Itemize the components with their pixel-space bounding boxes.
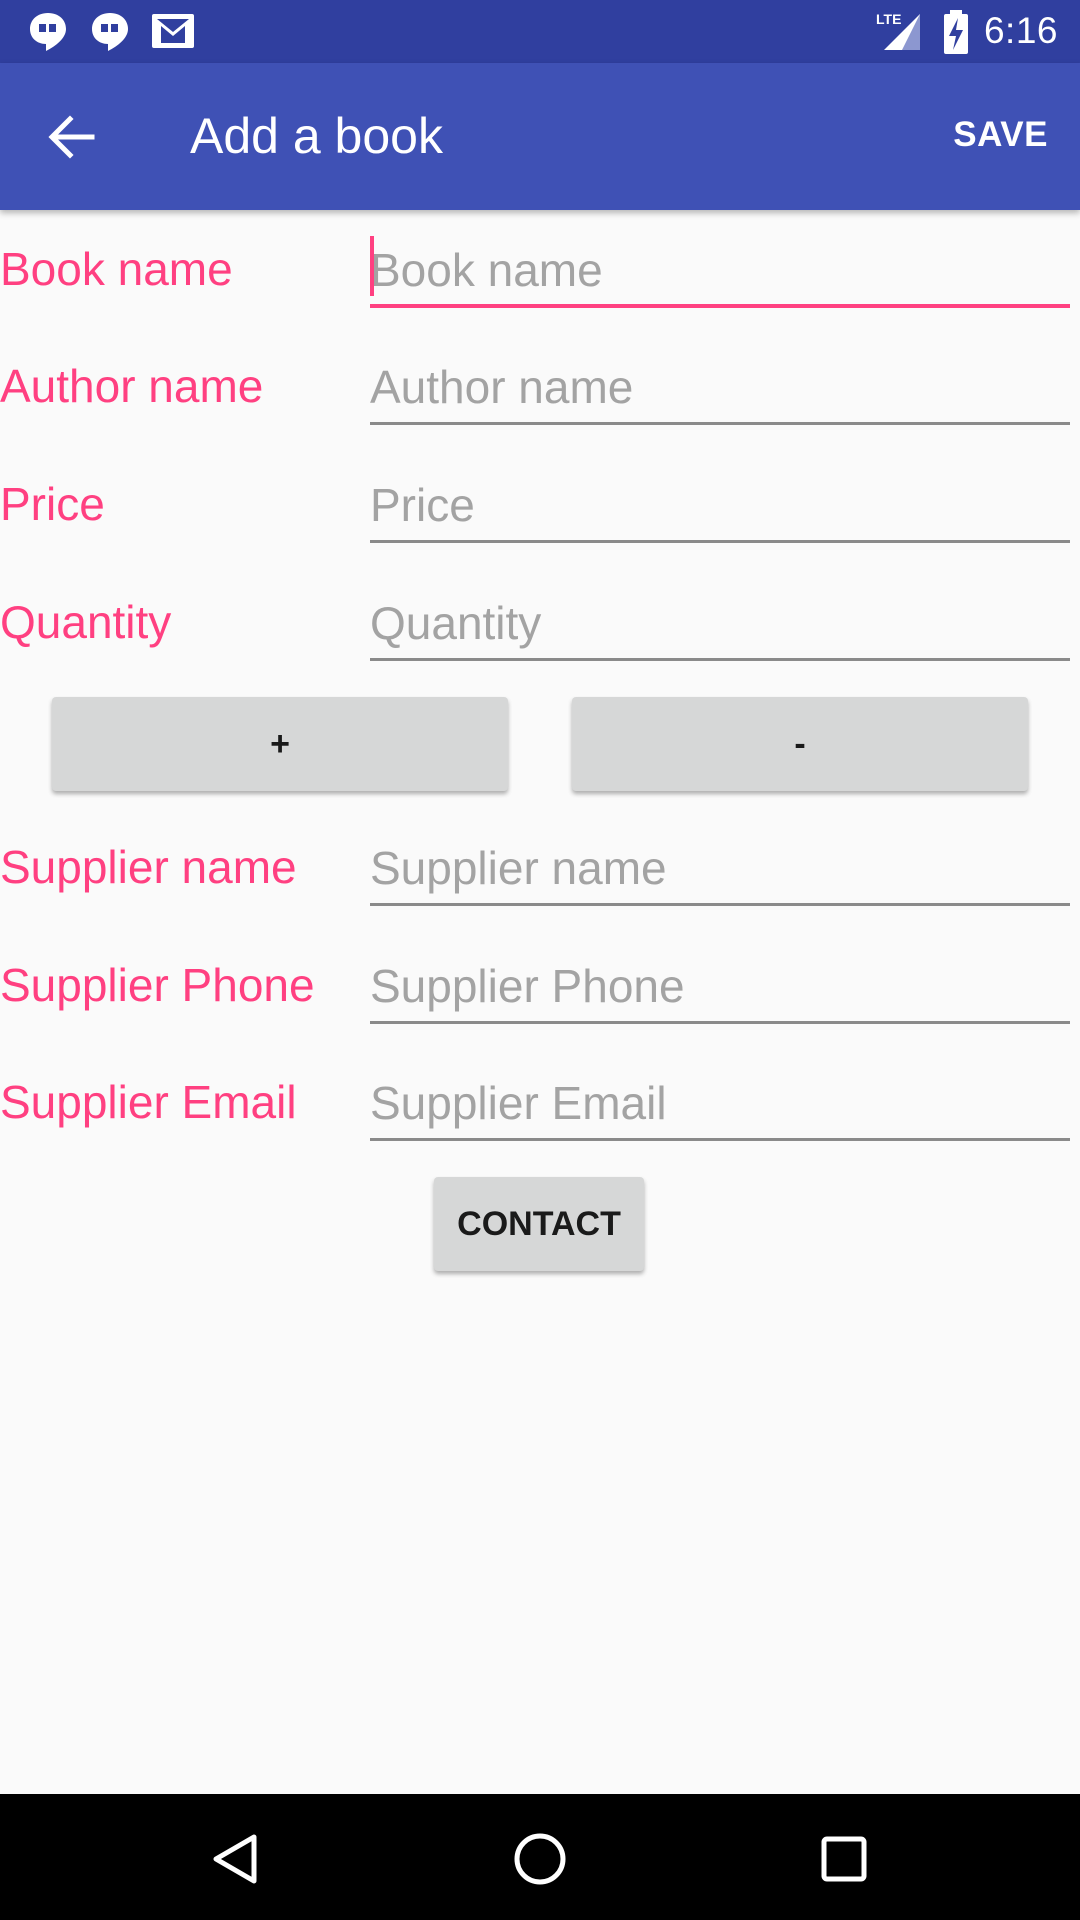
price-row: Price bbox=[0, 463, 1080, 543]
supplier-email-row: Supplier Email bbox=[0, 1061, 1080, 1141]
supplier-phone-field[interactable] bbox=[370, 944, 1070, 1024]
gmail-icon bbox=[152, 14, 194, 48]
book-name-row: Book name bbox=[0, 228, 1080, 308]
status-bar: LTE 6:16 bbox=[0, 0, 1080, 63]
save-button[interactable]: SAVE bbox=[953, 115, 1048, 155]
author-name-field[interactable] bbox=[370, 345, 1070, 425]
recents-square-icon[interactable] bbox=[814, 1829, 874, 1889]
svg-text:LTE: LTE bbox=[876, 11, 901, 27]
supplier-email-field[interactable] bbox=[370, 1061, 1070, 1141]
quantity-field[interactable] bbox=[370, 581, 1070, 661]
supplier-name-label: Supplier name bbox=[0, 841, 297, 893]
hangouts-icon bbox=[92, 13, 128, 51]
supplier-email-label: Supplier Email bbox=[0, 1076, 297, 1128]
book-name-input[interactable] bbox=[370, 242, 1070, 298]
price-field[interactable] bbox=[370, 463, 1070, 543]
author-name-label: Author name bbox=[0, 360, 264, 412]
page-title: Add a book bbox=[190, 108, 443, 164]
back-triangle-icon[interactable] bbox=[206, 1829, 266, 1889]
increment-button[interactable]: + bbox=[52, 697, 508, 791]
supplier-phone-input[interactable] bbox=[370, 958, 1070, 1014]
book-name-label: Book name bbox=[0, 243, 233, 295]
supplier-name-row: Supplier name bbox=[0, 826, 1080, 906]
app-bar: Add a book SAVE bbox=[0, 63, 1080, 210]
book-name-field[interactable] bbox=[370, 228, 1070, 308]
lte-signal-icon: LTE bbox=[876, 11, 920, 50]
clock: 6:16 bbox=[983, 10, 1058, 51]
back-arrow-icon[interactable] bbox=[44, 111, 100, 163]
quantity-row: Quantity bbox=[0, 581, 1080, 661]
navigation-bar bbox=[0, 1794, 1080, 1920]
price-label: Price bbox=[0, 478, 105, 530]
supplier-name-field[interactable] bbox=[370, 826, 1070, 906]
supplier-phone-label: Supplier Phone bbox=[0, 959, 315, 1011]
contact-button[interactable]: CONTACT bbox=[434, 1177, 644, 1271]
supplier-email-input[interactable] bbox=[370, 1075, 1070, 1131]
author-name-row: Author name bbox=[0, 345, 1080, 425]
hangouts-icon bbox=[30, 13, 66, 51]
home-circle-icon[interactable] bbox=[510, 1829, 570, 1889]
battery-charging-icon bbox=[944, 10, 968, 54]
price-input[interactable] bbox=[370, 477, 1070, 533]
supplier-phone-row: Supplier Phone bbox=[0, 944, 1080, 1024]
supplier-name-input[interactable] bbox=[370, 840, 1070, 896]
quantity-input[interactable] bbox=[370, 595, 1070, 651]
quantity-label: Quantity bbox=[0, 596, 172, 648]
text-cursor bbox=[370, 236, 374, 296]
decrement-button[interactable]: - bbox=[572, 697, 1028, 791]
author-name-input[interactable] bbox=[370, 359, 1070, 415]
